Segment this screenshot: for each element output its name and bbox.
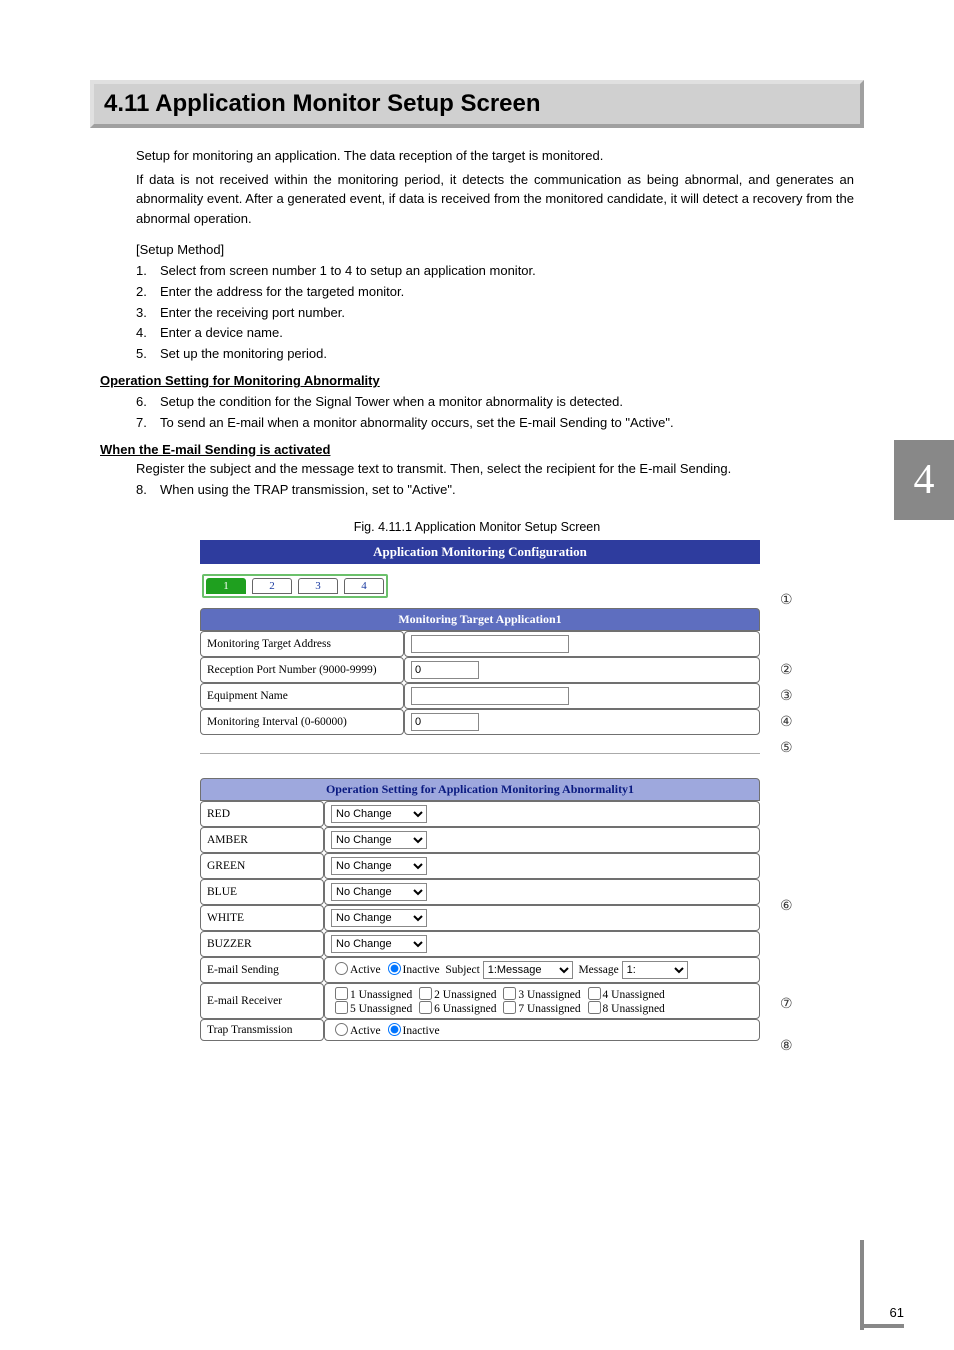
reception-port-input[interactable] [411,661,479,679]
tower-label: WHITE [200,905,324,931]
monitoring-target-header: Monitoring Target Application1 [200,608,760,631]
receiver-opt: 8 Unassigned [603,1003,665,1015]
callout-2: ② [780,662,793,679]
monitoring-target-table: Monitoring Target Address Reception Port… [200,631,760,735]
step-item: 7.To send an E-mail when a monitor abnor… [136,413,854,434]
tab-4[interactable]: 4 [344,578,384,594]
interval-label: Monitoring Interval (0-60000) [200,709,404,735]
intro-paragraph-2: If data is not received within the monit… [136,170,854,229]
trap-active-label: Active [350,1025,381,1037]
email-sending-inactive-radio[interactable] [388,962,401,975]
callout-4: ④ [780,714,793,731]
tab-2[interactable]: 2 [252,578,292,594]
buzzer-select[interactable]: No Change [331,935,427,953]
callout-3: ③ [780,688,793,705]
tab-1[interactable]: 1 [206,578,246,594]
tab-callout-outline: 1 2 3 4 [202,574,388,598]
screenshot-title: Application Monitoring Configuration [200,540,760,564]
callout-8: ⑧ [780,1038,793,1055]
trap-transmission-label: Trap Transmission [200,1019,324,1041]
step-item: 5.Set up the monitoring period. [136,344,854,365]
monitoring-target-address-input[interactable] [411,635,569,653]
receiver-opt: 6 Unassigned [434,1003,496,1015]
step-item: 8.When using the TRAP transmission, set … [136,480,854,501]
message-label: Message [578,964,618,976]
addr-label: Monitoring Target Address [200,631,404,657]
tower-label: AMBER [200,827,324,853]
page-number: 61 [890,1305,904,1320]
tower-label: GREEN [200,853,324,879]
subheading-email-activated: When the E-mail Sending is activated [100,442,854,457]
equip-label: Equipment Name [200,683,404,709]
receiver-1-checkbox[interactable] [335,987,348,1000]
monitoring-interval-input[interactable] [411,713,479,731]
trap-inactive-radio[interactable] [388,1023,401,1036]
tab-3[interactable]: 3 [298,578,338,594]
receiver-5-checkbox[interactable] [335,1001,348,1014]
step-item: 6.Setup the condition for the Signal Tow… [136,392,854,413]
step-item: 2.Enter the address for the targeted mon… [136,282,854,303]
receiver-opt: 3 Unassigned [518,989,580,1001]
receiver-opt: 2 Unassigned [434,989,496,1001]
operation-setting-header: Operation Setting for Application Monito… [200,778,760,801]
active-label: Active [350,964,381,976]
email-sending-label: E-mail Sending [200,957,324,983]
step-item: 4.Enter a device name. [136,323,854,344]
email-sending-active-radio[interactable] [335,962,348,975]
receiver-opt: 5 Unassigned [350,1003,412,1015]
subheading-op-setting: Operation Setting for Monitoring Abnorma… [100,373,854,388]
callout-5: ⑤ [780,740,793,757]
green-select[interactable]: No Change [331,857,427,875]
tower-label: BUZZER [200,931,324,957]
receiver-opt: 4 Unassigned [603,989,665,1001]
receiver-8-checkbox[interactable] [588,1001,601,1014]
inactive-label: Inactive [403,964,440,976]
white-select[interactable]: No Change [331,909,427,927]
step-item: 1.Select from screen number 1 to 4 to se… [136,261,854,282]
steps-list-b: 6.Setup the condition for the Signal Tow… [136,392,854,434]
footer-vertical-rule [860,1240,864,1330]
callout-6: ⑥ [780,898,793,915]
steps-list-a: 1.Select from screen number 1 to 4 to se… [136,261,854,365]
intro-paragraph-1: Setup for monitoring an application. The… [136,146,854,166]
chapter-thumb-tab: 4 [894,440,954,520]
email-receiver-label: E-mail Receiver [200,983,324,1019]
blue-select[interactable]: No Change [331,883,427,901]
red-select[interactable]: No Change [331,805,427,823]
setup-method-label: [Setup Method] [136,242,854,257]
operation-setting-table: RED No Change AMBER No Change GREEN No C… [200,801,760,1041]
footer-rule [864,1324,904,1328]
receiver-6-checkbox[interactable] [419,1001,432,1014]
trap-active-radio[interactable] [335,1023,348,1036]
receiver-opt: 7 Unassigned [518,1003,580,1015]
section-heading: 4.11 Application Monitor Setup Screen [90,80,864,128]
receiver-2-checkbox[interactable] [419,987,432,1000]
screenshot-panel: Application Monitoring Configuration 1 2… [200,540,760,1041]
step-item: 3.Enter the receiving port number. [136,303,854,324]
amber-select[interactable]: No Change [331,831,427,849]
callout-1: ① [780,592,793,609]
email-subject-select[interactable]: 1:Message [483,961,573,979]
receiver-3-checkbox[interactable] [503,987,516,1000]
trap-inactive-label: Inactive [403,1025,440,1037]
receiver-4-checkbox[interactable] [588,987,601,1000]
steps-list-c: 8.When using the TRAP transmission, set … [136,480,854,501]
subject-label: Subject [445,964,480,976]
register-text: Register the subject and the message tex… [136,461,854,476]
port-label: Reception Port Number (9000-9999) [200,657,404,683]
equipment-name-input[interactable] [411,687,569,705]
callout-7: ⑦ [780,996,793,1013]
tower-label: BLUE [200,879,324,905]
separator [200,753,760,754]
receiver-opt: 1 Unassigned [350,989,412,1001]
email-message-select[interactable]: 1: [622,961,688,979]
figure-caption: Fig. 4.11.1 Application Monitor Setup Sc… [100,520,854,534]
receiver-7-checkbox[interactable] [503,1001,516,1014]
tower-label: RED [200,801,324,827]
